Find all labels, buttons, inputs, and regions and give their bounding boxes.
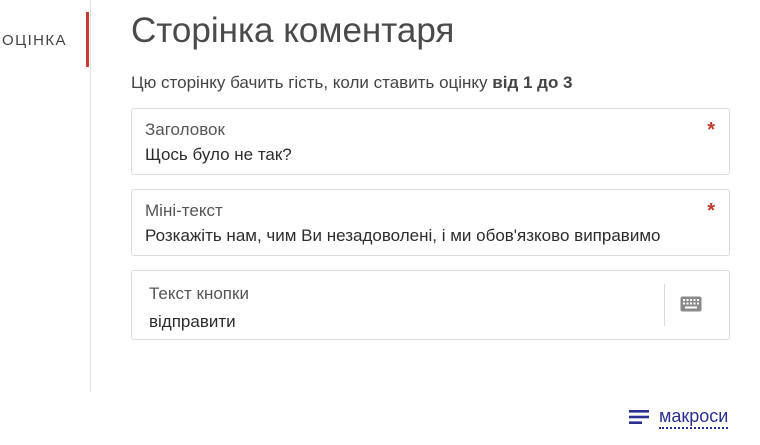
mini-text-field[interactable]: Міні-текст * Розкажіть нам, чим Ви незад… [131,189,730,256]
required-marker: * [707,200,715,222]
comment-page: ОЦІНКА Сторінка коментаря Цю сторінку ба… [0,0,760,445]
list-icon [629,410,649,424]
sidebar-item-rating[interactable]: ОЦІНКА [0,12,92,68]
field-divider [664,284,665,326]
page-description-text: Цю сторінку бачить гість, коли ставить о… [131,73,493,92]
page-description: Цю сторінку бачить гість, коли ставить о… [131,73,573,93]
page-description-range: від 1 до 3 [492,73,573,92]
keyboard-icon[interactable] [680,296,702,312]
sidebar-active-indicator [86,12,89,67]
title-input[interactable]: Щось було не так? [145,145,717,165]
macros-link[interactable]: макроси [629,404,729,430]
title-field[interactable]: Заголовок * Щось було не так? [131,108,730,175]
mini-text-field-label: Міні-текст [145,201,223,220]
button-text-field[interactable]: Текст кнопки відправити [131,270,730,340]
required-marker: * [707,119,715,141]
button-text-field-label: Текст кнопки [149,284,249,303]
sidebar-item-label: ОЦІНКА [2,32,67,49]
button-text-input[interactable]: відправити [149,312,659,332]
page-title: Сторінка коментаря [131,11,455,50]
sidebar-divider [90,0,91,392]
macros-label: макроси [659,406,729,429]
mini-text-input[interactable]: Розкажіть нам, чим Ви незадоволені, і ми… [145,226,717,246]
title-field-label: Заголовок [145,120,225,139]
